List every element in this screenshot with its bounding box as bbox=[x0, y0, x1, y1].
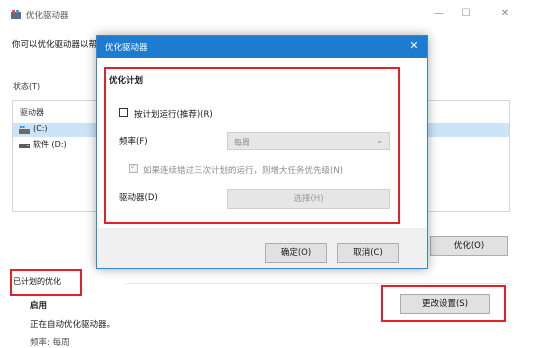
status-label: 状态(T) bbox=[13, 82, 41, 91]
frequency-dropdown[interactable]: 每周 ⌄ bbox=[227, 132, 390, 150]
dialog-title: 优化驱动器 bbox=[105, 43, 148, 53]
run-on-schedule-checkbox[interactable] bbox=[119, 108, 128, 117]
run-on-schedule-label[interactable]: 按计划运行(推荐)(R) bbox=[134, 108, 213, 120]
dialog-titlebar[interactable]: 优化驱动器 ✕ bbox=[97, 36, 427, 58]
frequency-label: 频率(F) bbox=[119, 137, 148, 147]
optimize-drives-app-icon bbox=[11, 10, 21, 19]
optimization-schedule-dialog: 优化驱动器 ✕ 优化计划 按计划运行(推荐)(R) 频率(F) 每周 ⌄ ✓ 如… bbox=[96, 35, 428, 269]
drive-name: 软件 (D:) bbox=[33, 140, 67, 149]
ok-button[interactable]: 确定(O) bbox=[265, 243, 327, 263]
window-title: 优化驱动器 bbox=[26, 11, 69, 21]
increase-priority-checkbox[interactable]: ✓ bbox=[129, 162, 138, 173]
drive-name: (C:) bbox=[33, 124, 48, 133]
increase-priority-label[interactable]: 如果连续错过三次计划的运行，则增大任务优先级(N) bbox=[143, 164, 343, 176]
checkmark-icon: ✓ bbox=[130, 162, 137, 171]
optimization-plan-heading: 优化计划 bbox=[109, 76, 144, 86]
dialog-close-icon[interactable]: ✕ bbox=[407, 39, 421, 53]
window-close-button[interactable]: ✕ bbox=[494, 6, 516, 22]
optimize-button[interactable]: 优化(O) bbox=[430, 236, 508, 256]
scheduled-optimization-title: 已计划的优化 bbox=[13, 277, 61, 286]
schedule-description: 正在自动优化驱动器。 bbox=[30, 320, 116, 330]
description-text: 你可以优化驱动器以帮 bbox=[12, 40, 98, 50]
drives-label: 驱动器(D) bbox=[119, 193, 158, 203]
schedule-frequency: 频率: 每周 bbox=[30, 338, 70, 348]
change-settings-button[interactable]: 更改设置(S) bbox=[400, 294, 490, 314]
frequency-value: 每周 bbox=[234, 138, 250, 147]
dialog-body: 优化计划 按计划运行(推荐)(R) 频率(F) 每周 ⌄ ✓ 如果连续错过三次计… bbox=[97, 58, 427, 228]
hard-drive-icon bbox=[19, 144, 30, 148]
column-header-drive[interactable]: 驱动器 bbox=[20, 107, 44, 118]
maximize-button[interactable]: ☐ bbox=[455, 6, 477, 22]
choose-drives-button[interactable]: 选择(H) bbox=[227, 189, 390, 209]
minimize-button[interactable]: — bbox=[428, 6, 450, 22]
cancel-button[interactable]: 取消(C) bbox=[337, 243, 399, 263]
schedule-status: 启用 bbox=[30, 301, 48, 311]
section-divider bbox=[125, 283, 510, 284]
dialog-footer: 确定(O) 取消(C) bbox=[97, 228, 427, 268]
windows-drive-icon bbox=[19, 126, 30, 134]
chevron-down-icon: ⌄ bbox=[376, 136, 383, 145]
